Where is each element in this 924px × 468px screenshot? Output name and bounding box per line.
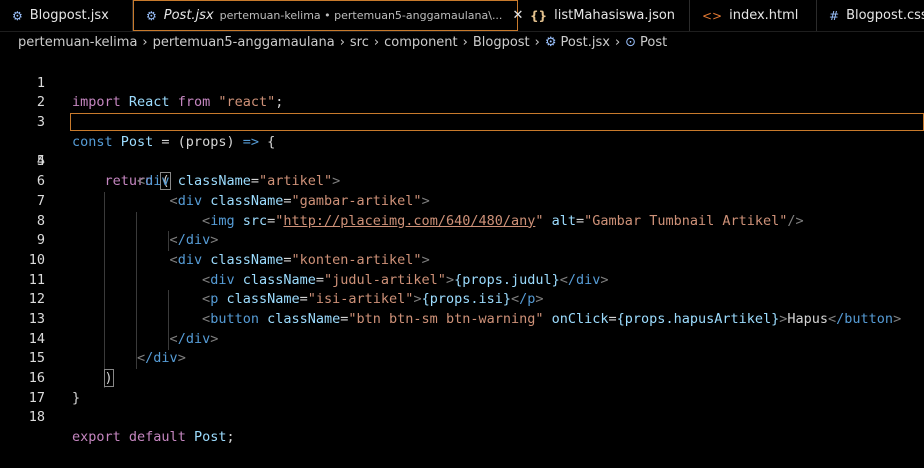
code-line: 2 (0, 74, 924, 110)
chevron-right-icon: › (373, 35, 380, 50)
code-line: 6 <div className="gambar-artikel"> (0, 152, 924, 209)
code-line: 5 <div className="artikel"> (0, 133, 924, 189)
breadcrumb-item[interactable]: pertemuan5-anggamaulana (153, 32, 335, 54)
tab-label: Post.jsx (163, 8, 214, 23)
tab-label: listMahasiswa.json (554, 8, 676, 23)
tab-post-jsx[interactable]: ⚙ Post.jsx pertemuan-kelima • pertemuan5… (133, 0, 523, 31)
line-content: export default Post; (72, 429, 235, 446)
chevron-right-icon: › (614, 35, 621, 50)
code-line: 8 </div> (0, 192, 924, 249)
tab-blogpost-jsx[interactable]: ⚙ Blogpost.jsx (0, 0, 133, 31)
code-line-current: 4 return ( (0, 113, 924, 191)
html-icon: <> (702, 8, 723, 23)
code-line: 3 const Post = (props) => { (0, 93, 924, 150)
breadcrumb-item[interactable]: component (384, 32, 458, 54)
tab-label: index.html (729, 8, 799, 23)
breadcrumb-item[interactable]: Post (640, 32, 667, 54)
code-line: 18 export default Post; (0, 389, 924, 445)
code-line: 15 ) (0, 330, 924, 388)
tab-listmahasiswa-json[interactable]: {} listMahasiswa.json (518, 0, 690, 31)
code-line: 7 <img src="http://placeimg.com/640/480/… (0, 172, 924, 229)
tab-description: pertemuan-kelima • pertemuan5-anggamaula… (219, 9, 503, 22)
breadcrumb-item[interactable]: Post.jsx (561, 32, 610, 54)
code-line: 9 <div className="konten-artikel"> (0, 212, 924, 268)
code-line: 17 (0, 369, 924, 406)
breadcrumb: pertemuan-kelima › pertemuan5-anggamaulan… (0, 32, 924, 54)
code-line: 16 } (0, 349, 924, 406)
line-number: 18 (28, 409, 45, 426)
gear-icon: ⚙ (544, 35, 557, 50)
tab-label: Blogpost.jsx (29, 8, 109, 23)
breadcrumb-item[interactable]: src (350, 32, 369, 54)
tab-index-html[interactable]: <> index.html (690, 0, 817, 31)
tab-bar: ⚙ Blogpost.jsx ⚙ Post.jsx pertemuan-keli… (0, 0, 924, 32)
breadcrumb-item[interactable]: Blogpost (473, 32, 530, 54)
gear-icon: ⚙ (12, 8, 23, 23)
chevron-right-icon: › (142, 35, 148, 50)
breadcrumb-item[interactable]: pertemuan-kelima (18, 32, 137, 54)
chevron-right-icon: › (339, 35, 345, 50)
json-braces-icon: {} (530, 8, 548, 23)
code-line: 12 <button className="btn btn-sm btn-war… (0, 271, 924, 327)
symbol-component-icon: ⊙ (625, 35, 637, 50)
gear-icon: ⚙ (146, 8, 157, 23)
tab-blogpost-css[interactable]: # Blogpost.css (817, 0, 924, 31)
tab-label: Blogpost.css (846, 8, 924, 23)
code-line: 10 <div className="judul-artikel">{props… (0, 231, 924, 288)
chevron-right-icon: › (534, 35, 540, 50)
code-line: 14 </div> (0, 310, 924, 367)
current-line-highlight (70, 113, 924, 132)
code-line: 13 </div> (0, 290, 924, 347)
code-editor[interactable]: 1 import React from "react"; 2 3 const P… (0, 54, 924, 445)
chevron-right-icon: › (462, 35, 468, 50)
code-line: 11 <p className="isi-artikel">{props.isi… (0, 251, 924, 308)
code-line: 1 import React from "react"; (0, 54, 924, 111)
css-hash-icon: # (829, 8, 840, 23)
